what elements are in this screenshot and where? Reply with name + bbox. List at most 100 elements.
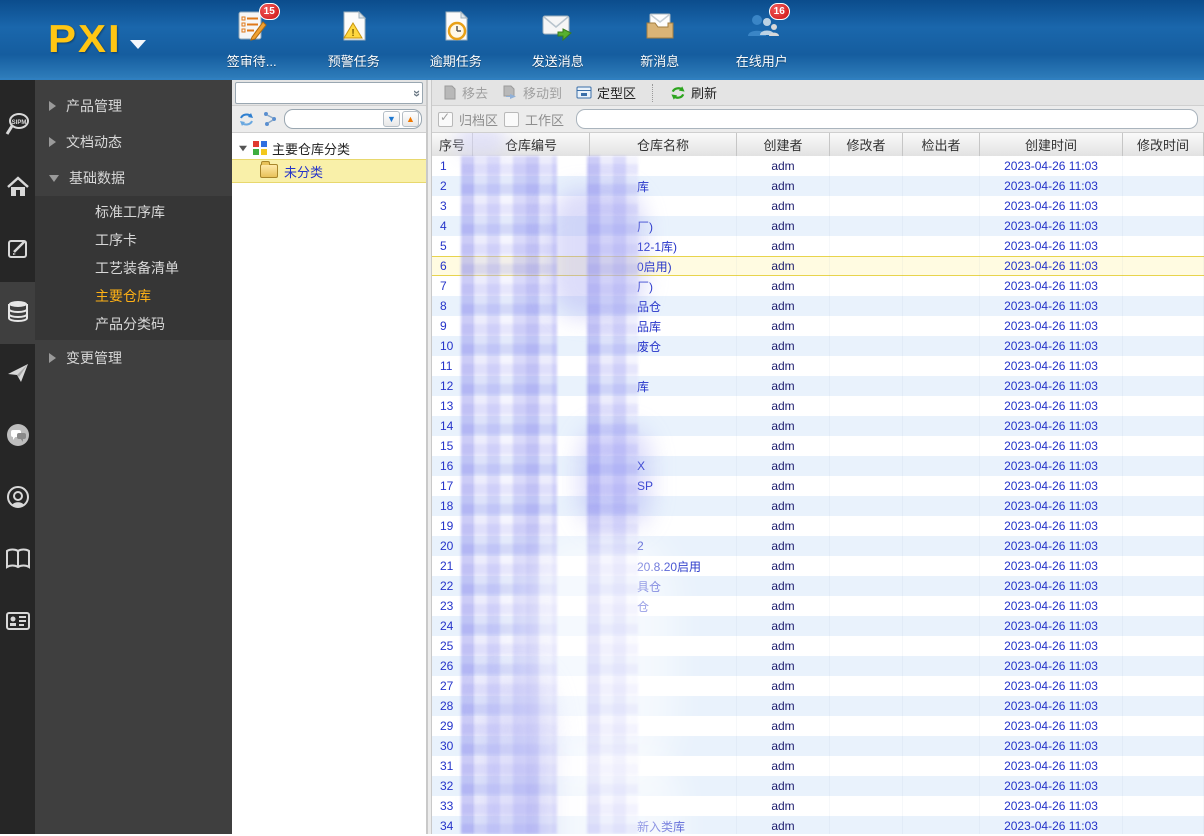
category-tree: 主要仓库分类 未分类	[232, 133, 426, 834]
cell-created-time: 2023-04-26 11:03	[980, 736, 1123, 756]
table-row[interactable]: 9 品库 adm 2023-04-26 11:03	[432, 316, 1204, 336]
sidebar-item-edit[interactable]	[0, 220, 35, 282]
toolbar-item-new-message[interactable]: 新消息	[624, 9, 696, 70]
table-row[interactable]: 13 adm 2023-04-26 11:03	[432, 396, 1204, 416]
table-row[interactable]: 15 adm 2023-04-26 11:03	[432, 436, 1204, 456]
tree-hierarchy-button[interactable]	[260, 109, 280, 129]
cell-created-time: 2023-04-26 11:03	[980, 716, 1123, 736]
table-row[interactable]: 22 具仓 adm 2023-04-26 11:03	[432, 576, 1204, 596]
table-row[interactable]: 32 adm 2023-04-26 11:03	[432, 776, 1204, 796]
remove-button[interactable]: 移去	[442, 83, 488, 102]
table-row[interactable]: 33 adm 2023-04-26 11:03	[432, 796, 1204, 816]
cell-modifier	[830, 676, 903, 696]
broadcast-icon	[5, 484, 31, 515]
search-down-button[interactable]: ▼	[383, 111, 400, 127]
table-row[interactable]: 19 adm 2023-04-26 11:03	[432, 516, 1204, 536]
nav-group-document-activity[interactable]: 文档动态	[35, 124, 232, 160]
work-area-checkbox[interactable]	[504, 111, 520, 127]
sidebar-item-id-card[interactable]	[0, 592, 35, 654]
sidebar-item-broadcast[interactable]	[0, 468, 35, 530]
move-to-button[interactable]: 移动到	[502, 83, 562, 102]
table-row[interactable]: 34 新入类库 adm 2023-04-26 11:03	[432, 816, 1204, 834]
table-row[interactable]: 28 adm 2023-04-26 11:03	[432, 696, 1204, 716]
column-header-checkout-by[interactable]: 检出者	[903, 133, 980, 156]
toolbar-item-send-message[interactable]: 发送消息	[522, 9, 594, 70]
sidebar-item-home[interactable]	[0, 158, 35, 220]
sidebar-item-sipm-search[interactable]: SIPM	[0, 96, 35, 158]
column-header-warehouse-name[interactable]: 仓库名称	[590, 133, 737, 156]
fixed-area-button[interactable]: 定型区	[576, 83, 636, 102]
table-row[interactable]: 17 SP adm 2023-04-26 11:03	[432, 476, 1204, 496]
table-row[interactable]: 2 库 adm 2023-04-26 11:03	[432, 176, 1204, 196]
archive-area-checkbox[interactable]	[438, 110, 453, 127]
tree-item-uncategorized[interactable]: 未分类	[232, 159, 426, 183]
table-row[interactable]: 7 厂) adm 2023-04-26 11:03	[432, 276, 1204, 296]
nav-group-basic-data[interactable]: 基础数据	[35, 160, 232, 196]
cell-modified-time	[1123, 696, 1204, 716]
tree-refresh-button[interactable]	[236, 109, 256, 129]
sidebar-item-chat[interactable]	[0, 406, 35, 468]
toolbar-item-warning-tasks[interactable]: ! 预警任务	[318, 9, 390, 70]
table-row[interactable]: 26 adm 2023-04-26 11:03	[432, 656, 1204, 676]
table-row[interactable]: 21 20.8.20启用 adm 2023-04-26 11:03	[432, 556, 1204, 576]
cell-warehouse-name	[590, 736, 737, 756]
table-row[interactable]: 16 Xadm 2023-04-26 11:03	[432, 456, 1204, 476]
warehouse-table: 序号 仓库编号 仓库名称 创建者 修改者 检出者 创建时间 修改时间 1 adm 2…	[432, 133, 1204, 834]
column-header-modified-time[interactable]: 修改时间	[1123, 133, 1204, 156]
column-header-warehouse-code[interactable]: 仓库编号	[473, 133, 590, 156]
table-row[interactable]: 27 adm 2023-04-26 11:03	[432, 676, 1204, 696]
table-row[interactable]: 20 2 adm 2023-04-26 11:03	[432, 536, 1204, 556]
cell-checkout-by	[903, 756, 980, 776]
table-row[interactable]: 31 adm 2023-04-26 11:03	[432, 756, 1204, 776]
table-row[interactable]: 14 adm 2023-04-26 11:03	[432, 416, 1204, 436]
table-row[interactable]: 12 库 adm 2023-04-26 11:03	[432, 376, 1204, 396]
cell-modifier	[830, 496, 903, 516]
table-row[interactable]: 30 adm 2023-04-26 11:03	[432, 736, 1204, 756]
table-row[interactable]: 23 仓 adm 2023-04-26 11:03	[432, 596, 1204, 616]
cell-creator: adm	[737, 656, 830, 676]
toolbar-item-sign-review[interactable]: 15 签审待...	[216, 2, 288, 70]
nav-item-process-card[interactable]: 工序卡	[35, 226, 232, 254]
nav-group-product-management[interactable]: 产品管理	[35, 88, 232, 124]
nav-item-standard-process-library[interactable]: 标准工序库	[35, 198, 232, 226]
cell-creator: adm	[737, 216, 830, 236]
table-row[interactable]: 1 adm 2023-04-26 11:03	[432, 156, 1204, 176]
table-row[interactable]: 24 adm 2023-04-26 11:03	[432, 616, 1204, 636]
tree-root-warehouse-category[interactable]: 主要仓库分类	[232, 137, 426, 159]
toolbar-item-overdue-tasks[interactable]: 逾期任务	[420, 9, 492, 70]
table-row[interactable]: 25 adm 2023-04-26 11:03	[432, 636, 1204, 656]
table-row[interactable]: 3 adm 2023-04-26 11:03	[432, 196, 1204, 216]
cell-modifier	[830, 296, 903, 316]
table-row[interactable]: 10 废仓 adm 2023-04-26 11:03	[432, 336, 1204, 356]
column-header-creator[interactable]: 创建者	[737, 133, 830, 156]
nav-item-equipment-list[interactable]: 工艺装备清单	[35, 254, 232, 282]
sidebar-item-send[interactable]	[0, 344, 35, 406]
column-header-modifier[interactable]: 修改者	[830, 133, 903, 156]
table-row[interactable]: 8 品仓 adm 2023-04-26 11:03	[432, 296, 1204, 316]
table-row[interactable]: 18 adm 2023-04-26 11:03	[432, 496, 1204, 516]
table-row[interactable]: 5 12-1库) adm 2023-04-26 11:03	[432, 236, 1204, 256]
sidebar-item-database[interactable]	[0, 282, 35, 344]
nav-item-main-warehouse[interactable]: 主要仓库	[35, 282, 232, 310]
refresh-button[interactable]: 刷新	[670, 83, 717, 102]
table-row[interactable]: 6 0启用) adm 2023-04-26 11:03	[432, 256, 1204, 276]
nav-item-product-classification-code[interactable]: 产品分类码	[35, 310, 232, 338]
cell-created-time: 2023-04-26 11:03	[980, 236, 1123, 256]
tree-search-input[interactable]: ▼ ▲	[284, 109, 422, 129]
toolbar-item-online-users[interactable]: 16 在线用户	[726, 2, 798, 70]
table-row[interactable]: 11 adm 2023-04-26 11:03	[432, 356, 1204, 376]
app-logo[interactable]: PXI	[48, 15, 146, 63]
search-up-button[interactable]: ▲	[402, 111, 419, 127]
nav-group-change-management[interactable]: 变更管理	[35, 340, 232, 376]
cell-modifier	[830, 776, 903, 796]
table-row[interactable]: 29 adm 2023-04-26 11:03	[432, 716, 1204, 736]
category-combobox[interactable]: »	[235, 81, 425, 104]
column-header-created-time[interactable]: 创建时间	[980, 133, 1123, 156]
warning-task-icon: !	[336, 9, 372, 48]
database-icon	[6, 299, 30, 328]
table-row[interactable]: 4 厂) adm 2023-04-26 11:03	[432, 216, 1204, 236]
column-header-index[interactable]: 序号	[432, 133, 473, 156]
cell-index: 30	[432, 736, 473, 756]
sidebar-item-book[interactable]	[0, 530, 35, 592]
filter-search-input[interactable]	[576, 109, 1198, 129]
